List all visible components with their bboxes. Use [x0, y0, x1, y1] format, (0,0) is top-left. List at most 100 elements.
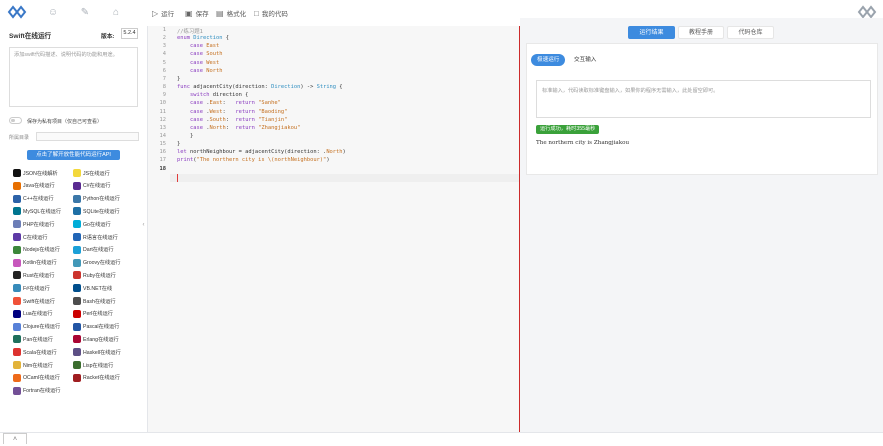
language-icon [73, 207, 81, 216]
collapse-sidebar-icon[interactable]: ‹ [140, 218, 147, 232]
code-editor[interactable]: 1 2 3 4 5 6 7 8 9 10 11 12 13 14 15 16 17 18 //练习题1 enum D… [148, 26, 519, 432]
left-sidebar: Swift在线运行 版本: 5.2.4 添加swift代码描述、说明代码的功能和… [0, 26, 148, 438]
stdin-input[interactable]: 标准输入，代码读取标准键盘输入，如果你的程序无需输入，此处留空即可。 [536, 80, 871, 118]
language-link[interactable]: Kotlin在线运行 [13, 258, 57, 267]
save-label: 保存 [195, 11, 209, 18]
language-label: R语言在线运行 [83, 234, 118, 241]
code-line[interactable]: case North [177, 68, 222, 74]
line-number: 9 [162, 92, 166, 99]
language-link[interactable]: Lisp在线运行 [73, 361, 113, 369]
code-line[interactable]: //练习题1 [177, 27, 203, 35]
language-link[interactable]: Nodejs在线运行 [13, 245, 60, 254]
program-output: The northern city is Zhangjiakou [536, 140, 630, 146]
mycode-button[interactable]: □ 我的代码 [254, 8, 288, 19]
chevron-up-icon[interactable]: ˄ [3, 433, 27, 444]
code-line[interactable]: case .West: return "Baoding" [177, 109, 287, 115]
language-link[interactable]: Rust在线运行 [13, 271, 54, 280]
code-line[interactable]: case South [177, 51, 222, 57]
language-link[interactable]: Python在线运行 [73, 194, 120, 203]
language-link[interactable]: Swift在线运行 [13, 297, 55, 305]
save-icon: ▣ [185, 8, 193, 18]
language-link[interactable]: JSON在线解析 [13, 169, 58, 177]
language-link[interactable]: C++在线运行 [13, 194, 54, 203]
api-button[interactable]: 点击了解开放性能代码运行API [27, 150, 120, 160]
line-number: 17 [159, 157, 167, 164]
language-link[interactable]: Pascal在线运行 [73, 322, 119, 331]
bank-icon[interactable]: ⌂ [110, 7, 122, 19]
language-link[interactable]: C在线运行 [13, 233, 48, 241]
language-link[interactable]: Groovy在线运行 [73, 258, 120, 267]
language-link[interactable]: OCaml在线运行 [13, 373, 60, 382]
subtab-fast-run[interactable]: 极速运行 [531, 54, 566, 66]
language-label: Perl在线运行 [83, 311, 113, 318]
language-link[interactable]: JS在线运行 [73, 169, 110, 177]
language-link[interactable]: Nim在线运行 [13, 361, 53, 369]
code-line[interactable]: enum Direction { [177, 35, 229, 41]
description-textarea[interactable]: 添加swift代码描述、说明代码的功能和用途。 [9, 47, 138, 107]
code-line[interactable]: } [177, 76, 180, 82]
language-link[interactable]: Ruby在线运行 [73, 271, 116, 280]
language-icon [73, 284, 81, 293]
language-link[interactable]: Dart在线运行 [73, 245, 114, 254]
user-icon[interactable]: ☺ [47, 7, 59, 19]
language-label: Lisp在线运行 [83, 362, 114, 369]
tab-repository[interactable]: 代码仓库 [727, 26, 774, 39]
language-label: Dart在线运行 [83, 247, 114, 254]
language-link[interactable]: Go在线运行 [73, 220, 111, 229]
code-line[interactable]: print("The northern city is \(northNeigh… [177, 157, 330, 163]
version-select[interactable]: 5.2.4 [121, 28, 138, 39]
language-label: Pan在线运行 [23, 336, 53, 343]
language-link[interactable]: Pan在线运行 [13, 335, 53, 344]
code-line[interactable]: } [177, 133, 193, 139]
logo-icon[interactable] [7, 5, 27, 19]
language-link[interactable]: Erlang在线运行 [73, 335, 119, 344]
tab-result[interactable]: 运行结果 [628, 26, 675, 39]
edit-icon[interactable]: ✎ [79, 7, 91, 19]
language-link[interactable]: C#在线运行 [73, 181, 110, 190]
line-number: 16 [159, 149, 167, 156]
language-link[interactable]: VB.NET在线 [73, 284, 112, 293]
language-icon [73, 194, 81, 203]
run-button[interactable]: ▷ 运行 [152, 8, 174, 19]
line-number: 10 [159, 100, 167, 107]
language-link[interactable]: F#在线运行 [13, 284, 50, 293]
language-link[interactable]: Perl在线运行 [73, 309, 113, 318]
current-line-highlight [170, 174, 519, 182]
language-link[interactable]: Racket在线运行 [73, 373, 120, 382]
code-line[interactable]: } [177, 141, 180, 147]
language-link[interactable]: Bash在线运行 [73, 297, 116, 305]
line-number: 7 [162, 75, 166, 82]
language-link[interactable]: PHP在线运行 [13, 220, 55, 229]
language-link[interactable]: MySQL在线运行 [13, 207, 61, 216]
code-line[interactable]: switch direction { [177, 92, 248, 98]
code-line[interactable]: case .East: return "Sanhe" [177, 100, 281, 106]
language-link[interactable]: Scala在线运行 [13, 348, 57, 357]
tab-tutorial[interactable]: 教程手册 [678, 26, 724, 39]
code-line[interactable]: case East [177, 43, 219, 49]
language-link[interactable]: R语言在线运行 [73, 233, 118, 241]
language-link[interactable]: Clojure在线运行 [13, 322, 60, 331]
format-button[interactable]: ▤ 格式化 [216, 8, 246, 19]
path-input[interactable] [36, 132, 139, 141]
language-link[interactable]: Lua在线运行 [13, 309, 52, 318]
code-line[interactable]: case .North: return "Zhangjiakou" [177, 125, 300, 131]
language-link[interactable]: Fortran在线运行 [13, 386, 60, 395]
code-line[interactable]: case .South: return "Tianjin" [177, 117, 287, 123]
language-label: PHP在线运行 [23, 221, 55, 228]
language-link[interactable]: Haskell在线运行 [73, 348, 121, 357]
language-link[interactable]: Java在线运行 [13, 181, 55, 190]
code-line[interactable]: func adjacentCity(direction: Direction) … [177, 84, 343, 90]
language-label: JS在线运行 [83, 170, 110, 177]
format-icon: ▤ [216, 8, 224, 18]
language-label: OCaml在线运行 [23, 375, 60, 382]
subtab-interactive-input[interactable]: 交互输入 [568, 54, 602, 66]
code-line[interactable]: case West [177, 60, 219, 66]
code-line[interactable]: let northNeighbour = adjacentCity(direct… [177, 149, 346, 155]
logo-right-icon [857, 5, 877, 19]
private-toggle[interactable] [9, 117, 22, 124]
language-icon [73, 169, 81, 177]
save-button[interactable]: ▣ 保存 [185, 8, 209, 19]
mycode-label: 我的代码 [261, 11, 288, 18]
language-icon [73, 297, 81, 305]
language-link[interactable]: SQLite在线运行 [73, 207, 120, 216]
